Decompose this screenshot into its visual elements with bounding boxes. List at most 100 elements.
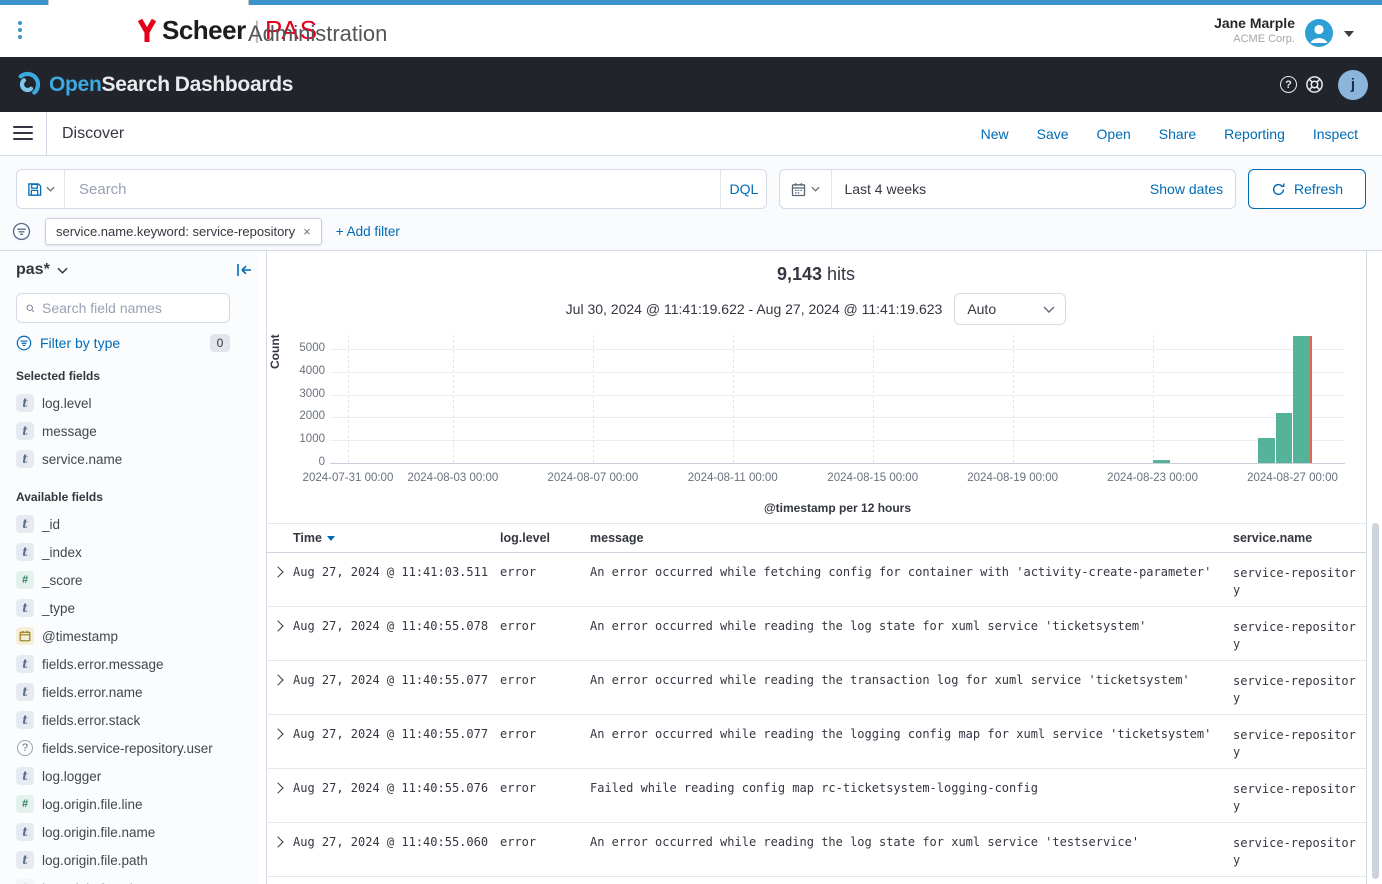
search-input[interactable]	[65, 170, 720, 208]
kebab-menu-icon[interactable]	[18, 21, 22, 39]
cell-loglevel: error	[500, 727, 590, 768]
saved-query-button[interactable]	[17, 170, 65, 208]
cell-servicename: service-repository	[1233, 781, 1361, 822]
y-tick-label: 2000	[263, 410, 325, 422]
field-item-message[interactable]: tmessage	[16, 417, 230, 445]
date-picker-calendar-button[interactable]	[780, 170, 832, 208]
field-item-log.origin.function[interactable]: tlog.origin.function	[16, 874, 230, 884]
vertical-scrollbar-thumb[interactable]	[1372, 523, 1379, 879]
message-column-header[interactable]: message	[590, 531, 1233, 545]
nav-link-open[interactable]: Open	[1097, 126, 1131, 142]
expand-row-icon[interactable]	[272, 620, 283, 631]
gridline-y-0	[330, 463, 1345, 464]
index-pattern-selector[interactable]: pas*	[16, 261, 230, 279]
field-item-fields.error.name[interactable]: tfields.error.name	[16, 678, 230, 706]
nav-link-new[interactable]: New	[981, 126, 1009, 142]
gridline-x	[348, 335, 349, 463]
pas-header: Scheer | PAS Administration Jane Marple …	[0, 5, 1382, 57]
filter-pill[interactable]: service.name.keyword: service-repository…	[45, 218, 322, 245]
filter-by-type-control[interactable]: Filter by type 0	[16, 334, 230, 352]
field-name: fields.error.name	[42, 684, 143, 701]
field-name: log.logger	[42, 768, 101, 785]
field-name: service.name	[42, 451, 122, 468]
expand-row-icon[interactable]	[272, 782, 283, 793]
field-item-_score[interactable]: # _score	[16, 566, 230, 594]
date-range-value[interactable]: Last 4 weeks	[832, 181, 1149, 197]
expand-row-cell	[266, 673, 293, 714]
field-type-date-icon	[16, 627, 34, 645]
expand-row-icon[interactable]	[272, 836, 283, 847]
cell-time: Aug 27, 2024 @ 11:41:03.511	[293, 565, 500, 606]
field-name: log.origin.file.path	[42, 852, 148, 869]
field-item-_index[interactable]: t _index	[16, 538, 230, 566]
refresh-label: Refresh	[1294, 181, 1343, 197]
histogram-bar[interactable]	[1276, 413, 1292, 463]
servicename-column-header[interactable]: service.name	[1233, 530, 1361, 547]
cell-servicename: service-repository	[1233, 727, 1361, 768]
hamburger-menu-icon[interactable]	[13, 126, 33, 140]
field-item-_type[interactable]: t_type	[16, 594, 230, 622]
field-type-string-icon: t	[16, 767, 34, 785]
remove-filter-icon[interactable]: ×	[303, 224, 311, 239]
filter-by-type-count-badge: 0	[210, 334, 230, 352]
user-avatar-icon[interactable]	[1304, 18, 1334, 48]
x-tick-label: 2024-08-03 00:00	[383, 472, 523, 484]
expand-row-icon[interactable]	[272, 728, 283, 739]
field-item-log.origin.file.line[interactable]: #log.origin.file.line	[16, 790, 230, 818]
nav-link-share[interactable]: Share	[1159, 126, 1196, 142]
field-item-fields.error.message[interactable]: tfields.error.message	[16, 650, 230, 678]
help-icon[interactable]: ?	[1280, 76, 1297, 93]
field-item-fields.error.stack[interactable]: tfields.error.stack	[16, 706, 230, 734]
field-item-service.name[interactable]: tservice.name	[16, 445, 230, 473]
field-item-fields.service-repository.user[interactable]: ?fields.service-repository.user	[16, 734, 230, 762]
field-item-_id[interactable]: t_id	[16, 510, 230, 538]
search-icon	[26, 301, 35, 316]
x-tick-label: 2024-08-07 00:00	[523, 472, 663, 484]
time-column-header[interactable]: Time	[293, 531, 500, 545]
opensearch-logo: OpenSearchDashboards	[14, 71, 293, 98]
documents-table: Time log.level message service.name Aug …	[266, 523, 1366, 877]
available-fields-heading: Available fields	[16, 490, 230, 504]
nav-divider	[46, 112, 47, 156]
field-item-log.origin.file.path[interactable]: tlog.origin.file.path	[16, 846, 230, 874]
gridline-x	[733, 335, 734, 463]
field-item-log.level[interactable]: tlog.level	[16, 389, 230, 417]
search-group: DQL	[16, 169, 767, 209]
gridline-x	[1153, 335, 1154, 463]
show-dates-link[interactable]: Show dates	[1150, 181, 1235, 197]
osd-user-avatar[interactable]: j	[1338, 70, 1368, 100]
expand-row-cell	[266, 727, 293, 768]
histogram-bar[interactable]	[1258, 438, 1274, 463]
field-name: _score	[42, 572, 83, 589]
add-filter-link[interactable]: + Add filter	[336, 224, 400, 239]
field-item-@timestamp[interactable]: @timestamp	[16, 622, 230, 650]
field-name: _id	[42, 516, 60, 533]
refresh-icon	[1271, 182, 1286, 197]
field-type-string-icon: t	[16, 422, 34, 440]
nav-link-inspect[interactable]: Inspect	[1313, 126, 1358, 142]
table-row: Aug 27, 2024 @ 11:40:55.077errorAn error…	[266, 661, 1366, 715]
calendar-icon	[19, 630, 31, 642]
osd-header-actions: ? j	[1280, 57, 1368, 112]
field-search-input[interactable]	[42, 300, 229, 316]
expand-row-icon[interactable]	[272, 566, 283, 577]
field-type-number-icon: #	[16, 571, 34, 589]
query-language-button[interactable]: DQL	[720, 170, 766, 208]
collapse-sidebar-icon[interactable]	[236, 263, 252, 277]
refresh-button[interactable]: Refresh	[1248, 169, 1366, 209]
gridline-x	[453, 335, 454, 463]
expand-row-cell	[266, 565, 293, 606]
field-name: _index	[42, 544, 82, 561]
histogram-bar[interactable]	[1153, 460, 1169, 463]
support-lifering-icon[interactable]	[1305, 75, 1324, 94]
nav-link-save[interactable]: Save	[1037, 126, 1069, 142]
nav-link-reporting[interactable]: Reporting	[1224, 126, 1285, 142]
field-item-log.logger[interactable]: t log.logger	[16, 762, 230, 790]
loglevel-column-header[interactable]: log.level	[500, 531, 590, 545]
field-type-string-icon: t	[16, 543, 34, 561]
user-menu-caret-icon[interactable]	[1344, 31, 1354, 37]
field-item-log.origin.file.name[interactable]: tlog.origin.file.name	[16, 818, 230, 846]
expand-row-icon[interactable]	[272, 674, 283, 685]
filter-group-icon[interactable]	[12, 222, 31, 241]
histogram-bar[interactable]	[1293, 336, 1309, 463]
